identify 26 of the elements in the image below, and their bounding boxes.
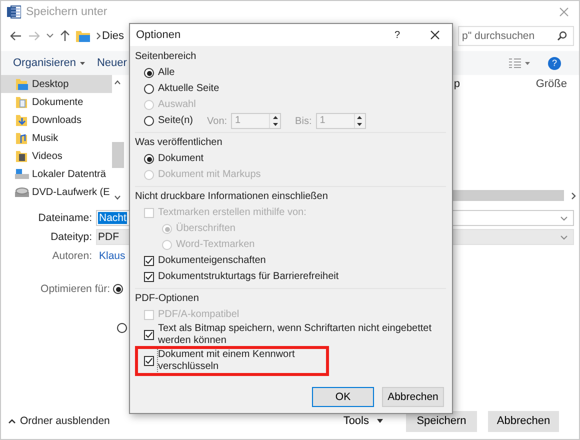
option-label: Dokument bbox=[158, 153, 204, 165]
option-label: Alle bbox=[158, 67, 175, 79]
section-heading: Was veröffentlichen bbox=[135, 136, 222, 150]
field-label: Bis: bbox=[295, 116, 312, 126]
section-heading: Nicht druckbare Informationen einschließen bbox=[135, 190, 328, 204]
field-label: Optimieren für: bbox=[40, 283, 111, 295]
option-label: Text als Bitmap speichern, wenn Schriftarten nicht eingebettet werden können bbox=[158, 323, 432, 347]
section-heading: Seitenbereich bbox=[135, 50, 196, 64]
field-label: Autoren: bbox=[51, 250, 93, 262]
option-label: Dokumentstrukturtags für Barrierefreiheit bbox=[158, 271, 339, 283]
section-heading: PDF-Optionen bbox=[135, 292, 199, 306]
option-label: Dokument mit Markups bbox=[158, 169, 261, 181]
dialog-title: Optionen bbox=[136, 29, 181, 41]
option-label: Seite(n) bbox=[158, 115, 194, 127]
option-label: PDF/A-kompatibel bbox=[158, 309, 240, 321]
option-label: Word-Textmarken bbox=[176, 239, 255, 251]
option-label: Überschriften bbox=[176, 223, 236, 235]
field-label: Dateityp: bbox=[50, 231, 93, 243]
option-label: Auswahl bbox=[158, 99, 196, 111]
option-label: Textmarken erstellen mithilfe von: bbox=[158, 207, 306, 219]
field-label: Dateiname: bbox=[37, 212, 93, 224]
field-label: Von: bbox=[207, 116, 228, 126]
option-label: Dokumenteigenschaften bbox=[158, 255, 266, 267]
window-title: Speichern unter bbox=[26, 6, 108, 18]
option-label: Aktuelle Seite bbox=[158, 83, 220, 95]
option-label: Dokument mit einem Kennwort verschlüsseln bbox=[158, 349, 326, 373]
